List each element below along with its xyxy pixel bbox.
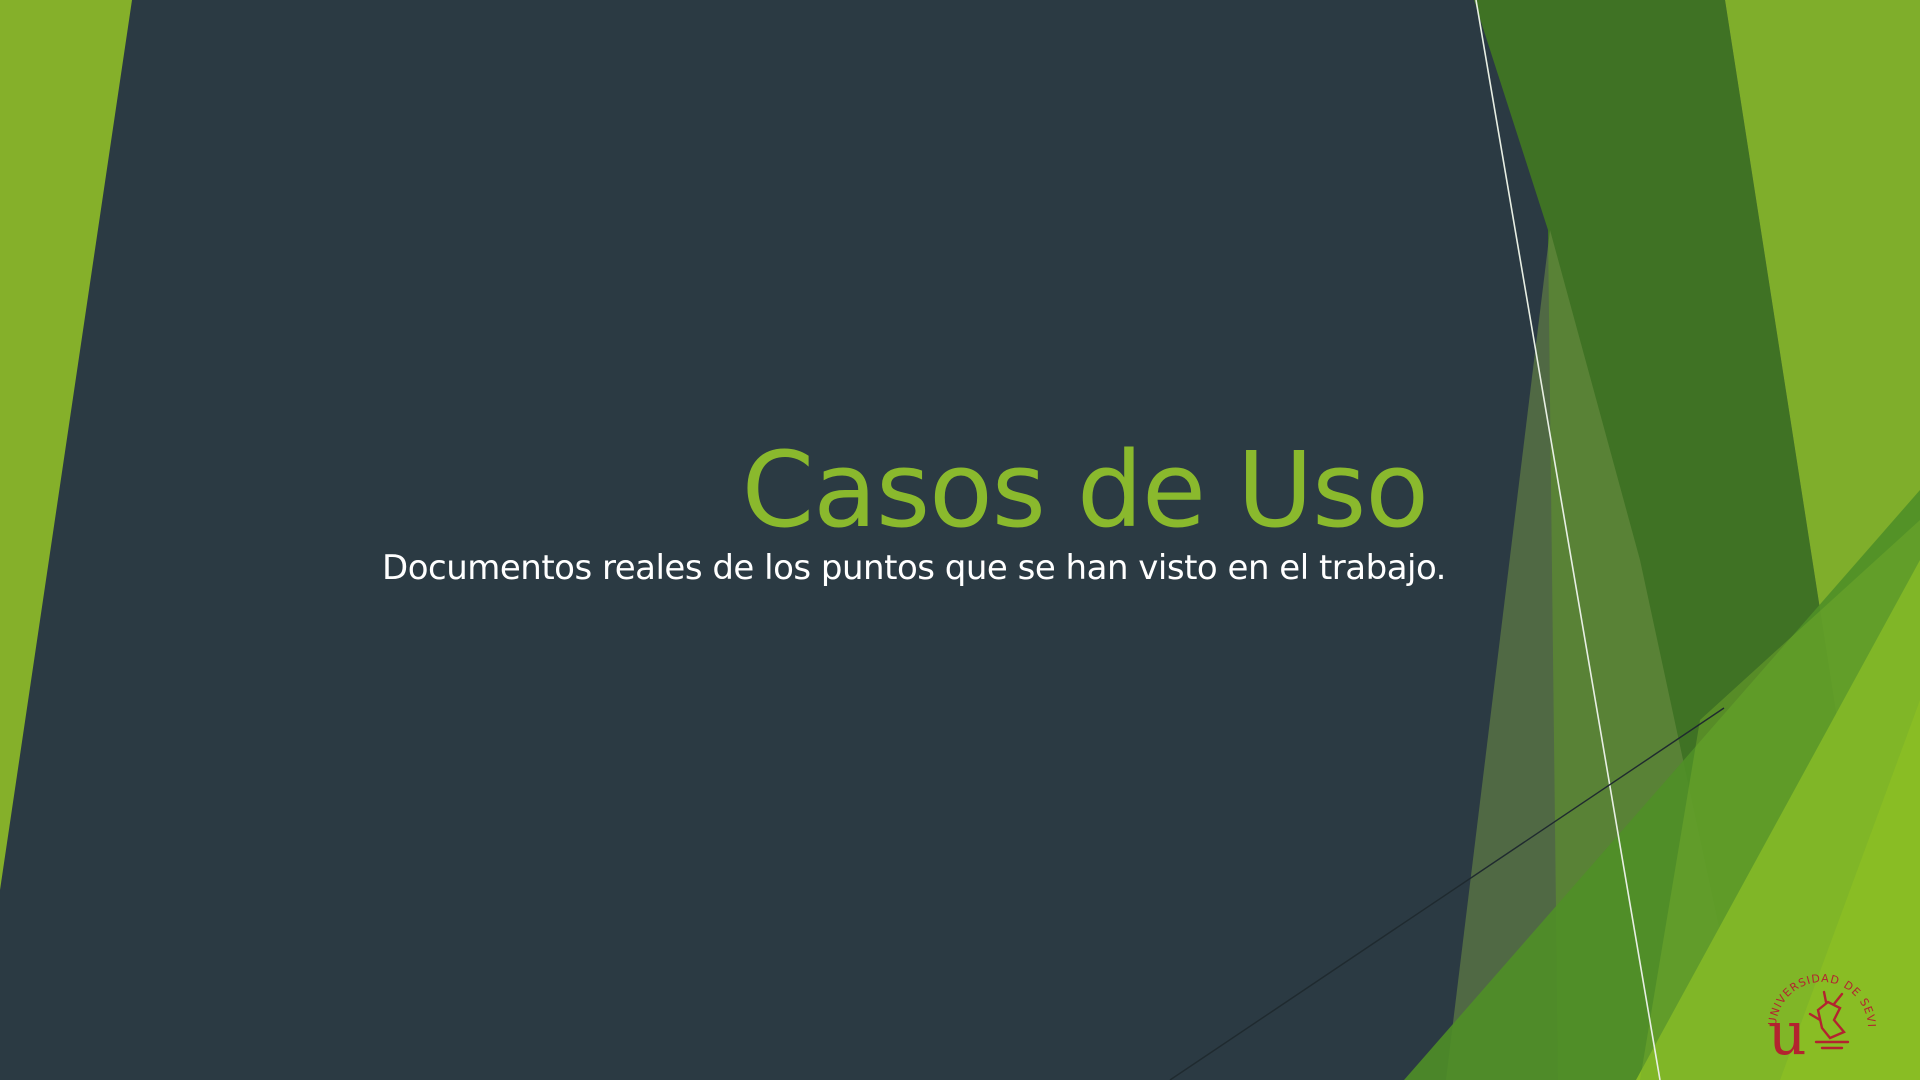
universidad-de-sevilla-logo-icon: UNIVERSIDAD DE SEVILLA u — [1760, 958, 1877, 1064]
slide-subtitle: Documentos reales de los puntos que se h… — [382, 548, 1446, 588]
slide: Casos de Uso Documentos reales de los pu… — [0, 0, 1920, 1080]
left-green-wedge — [0, 0, 132, 890]
slide-title: Casos de Uso — [741, 429, 1429, 551]
logo-monogram: u — [1768, 999, 1807, 1064]
